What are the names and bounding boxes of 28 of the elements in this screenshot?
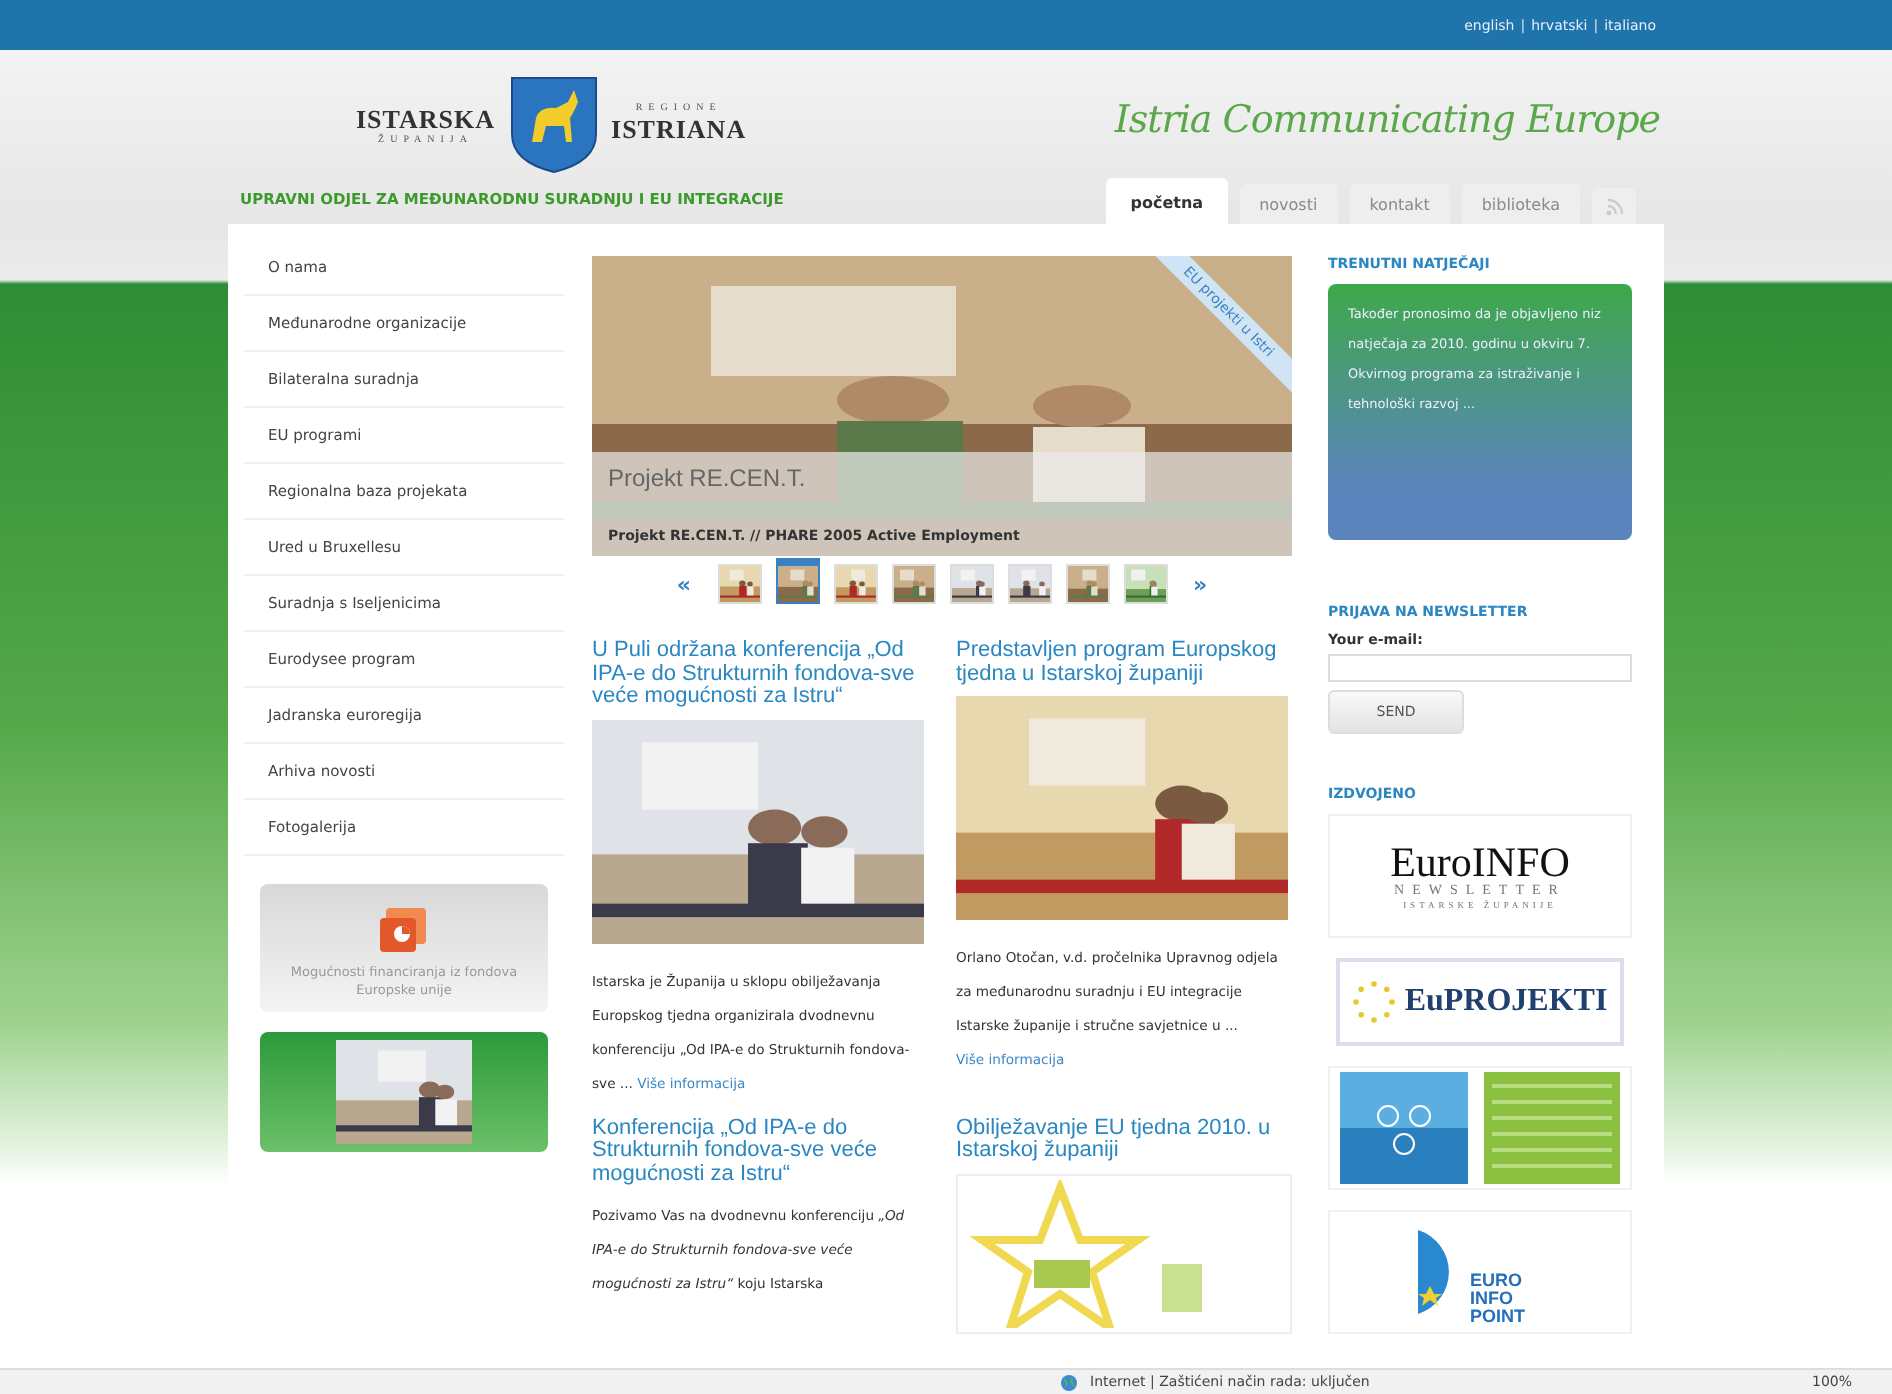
nav-tab[interactable]: novosti bbox=[1239, 184, 1338, 224]
article-title[interactable]: Predstavljen program Europskog tjedna u Istarskoj županiji bbox=[956, 640, 1292, 687]
euprojekti-banner[interactable]: EuPROJEKTI bbox=[1336, 958, 1624, 1046]
next-button[interactable]: » bbox=[1181, 571, 1220, 597]
coat-of-arms-icon bbox=[507, 74, 600, 174]
presentation-icon bbox=[378, 907, 430, 956]
photo-banner[interactable] bbox=[260, 1032, 548, 1152]
banner-title: EURO INFO POINT bbox=[1470, 1272, 1528, 1326]
euro-info-point-banner[interactable]: EURO INFO POINT bbox=[1328, 1210, 1632, 1334]
banner-title: EuroINFO bbox=[1390, 842, 1570, 885]
logo-text: ISTRIANA bbox=[611, 113, 747, 145]
globe-icon bbox=[1060, 1373, 1078, 1391]
stars-icon bbox=[1352, 980, 1397, 1024]
nav-tab[interactable]: početna bbox=[1106, 178, 1228, 224]
article-title[interactable]: U Puli održana konferencija „Od IPA-e do Strukturnih fondova-sve veće mogućnosti za Istru“ bbox=[592, 640, 928, 710]
thumbnail[interactable] bbox=[775, 564, 819, 604]
slide-title: Projekt RE.CEN.T. bbox=[608, 464, 808, 492]
logo-text: ISTARSKA bbox=[356, 103, 496, 133]
graphic-banner[interactable] bbox=[1328, 1066, 1632, 1190]
rss-icon bbox=[1605, 197, 1623, 215]
article-title[interactable]: Obilježavanje EU tjedna 2010. u Istarskoj županiji bbox=[956, 1117, 1292, 1164]
email-field[interactable] bbox=[1328, 654, 1632, 682]
banner-title: EuPROJEKTI bbox=[1404, 984, 1608, 1020]
nav-tab[interactable]: biblioteka bbox=[1461, 184, 1580, 224]
slogan: Istria Communicating Europe bbox=[1114, 98, 1660, 142]
nav-tab[interactable]: kontakt bbox=[1349, 184, 1450, 224]
previous-button[interactable]: « bbox=[664, 571, 703, 597]
article-title[interactable]: Konferencija „Od IPA-e do Strukturnih fondova-sve veće mogućnosti za Istru“ bbox=[592, 1117, 928, 1187]
